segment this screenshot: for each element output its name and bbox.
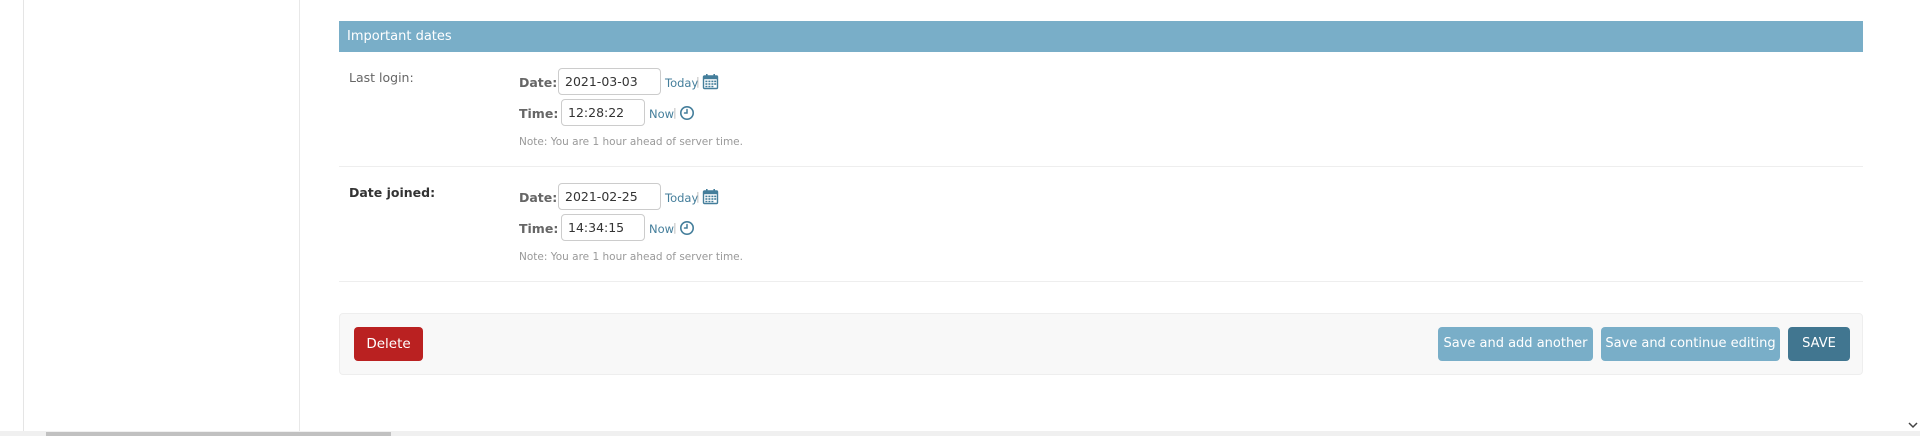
date-joined-time-input[interactable] (561, 214, 645, 241)
chevron-down-icon[interactable] (1908, 421, 1918, 432)
save-button[interactable]: SAVE (1788, 327, 1850, 361)
save-and-add-another-button[interactable]: Save and add another (1438, 327, 1593, 361)
last-login-row: Last login: Date: Today | Time (339, 52, 1863, 167)
last-login-time-label: Time: (519, 106, 559, 121)
date-joined-timezone-note: Note: You are 1 hour ahead of server tim… (519, 251, 743, 263)
clock-icon[interactable] (679, 105, 695, 125)
window-left-edge (0, 0, 24, 436)
viewport: Important dates Last login: Date: Today … (0, 0, 1920, 436)
date-joined-today-link[interactable]: Today (665, 191, 698, 205)
delete-button[interactable]: Delete (354, 327, 423, 361)
date-joined-time-label: Time: (519, 221, 559, 236)
fieldset-title: Important dates (339, 21, 1863, 52)
date-joined-date-label: Date: (519, 190, 558, 205)
last-login-timezone-note: Note: You are 1 hour ahead of server tim… (519, 136, 743, 148)
horizontal-scrollbar[interactable] (0, 431, 1920, 436)
clock-icon[interactable] (679, 220, 695, 240)
calendar-icon[interactable] (702, 73, 719, 94)
calendar-icon[interactable] (702, 188, 719, 209)
separator: | (673, 106, 677, 119)
last-login-date-input[interactable] (558, 68, 661, 95)
horizontal-scrollbar-thumb[interactable] (46, 432, 391, 436)
important-dates-fieldset: Important dates Last login: Date: Today … (339, 21, 1863, 282)
submit-row: Delete Save and add another Save and con… (339, 313, 1863, 375)
date-joined-now-link[interactable]: Now (649, 222, 674, 236)
last-login-date-label: Date: (519, 75, 558, 90)
separator: | (673, 221, 677, 234)
separator: | (696, 75, 700, 88)
date-joined-date-input[interactable] (558, 183, 661, 210)
separator: | (696, 190, 700, 203)
date-joined-label: Date joined: (349, 185, 436, 200)
nav-sidebar (24, 0, 300, 432)
last-login-label: Last login: (349, 70, 414, 85)
date-joined-row: Date joined: Date: Today | Tim (339, 167, 1863, 282)
last-login-time-input[interactable] (561, 99, 645, 126)
save-and-continue-button[interactable]: Save and continue editing (1601, 327, 1780, 361)
last-login-today-link[interactable]: Today (665, 76, 698, 90)
last-login-now-link[interactable]: Now (649, 107, 674, 121)
